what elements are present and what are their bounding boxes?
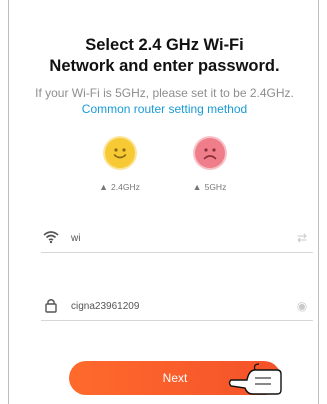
band-label-text: 5GHz bbox=[204, 182, 227, 192]
band-2-4ghz: ▲ 2.4GHz bbox=[95, 128, 145, 200]
band-label-text: 2.4GHz bbox=[111, 182, 140, 192]
router-icon: ▲ bbox=[99, 182, 109, 192]
description: If your Wi-Fi is 5GHz, please set it to … bbox=[19, 85, 310, 117]
swap-icon[interactable]: ⇄ bbox=[291, 231, 313, 245]
band-label-5ghz: ▲ 5GHz bbox=[193, 182, 227, 192]
description-text: If your Wi-Fi is 5GHz, please set it to … bbox=[35, 86, 294, 100]
screen-frame: Select 2.4 GHz Wi-Fi Network and enter p… bbox=[8, 0, 319, 404]
password-field[interactable]: cigna23961209 ◉ bbox=[41, 292, 313, 321]
router-icon: ▲ bbox=[192, 182, 202, 192]
router-setting-link[interactable]: Common router setting method bbox=[82, 102, 247, 116]
wifi-name-field[interactable]: wi ⇄ bbox=[41, 224, 313, 253]
password-input[interactable]: cigna23961209 bbox=[61, 301, 291, 312]
smile-face-icon bbox=[104, 138, 135, 168]
next-button[interactable]: Next bbox=[69, 361, 281, 395]
band-label-2-4ghz: ▲ 2.4GHz bbox=[99, 182, 140, 192]
frown-face-icon bbox=[194, 138, 225, 168]
page-title: Select 2.4 GHz Wi-Fi Network and enter p… bbox=[9, 35, 320, 77]
next-button-label: Next bbox=[162, 371, 188, 385]
band-illustration: ▲ 2.4GHz ▲ 5GHz bbox=[19, 128, 310, 200]
title-line-1: Select 2.4 GHz Wi-Fi bbox=[85, 36, 244, 54]
eye-icon[interactable]: ◉ bbox=[291, 299, 313, 313]
title-line-2: Network and enter password. bbox=[49, 57, 280, 75]
lock-icon bbox=[41, 297, 61, 316]
wifi-name-input[interactable]: wi bbox=[61, 233, 291, 244]
wifi-icon bbox=[41, 230, 61, 247]
band-5ghz: ▲ 5GHz bbox=[185, 128, 235, 200]
